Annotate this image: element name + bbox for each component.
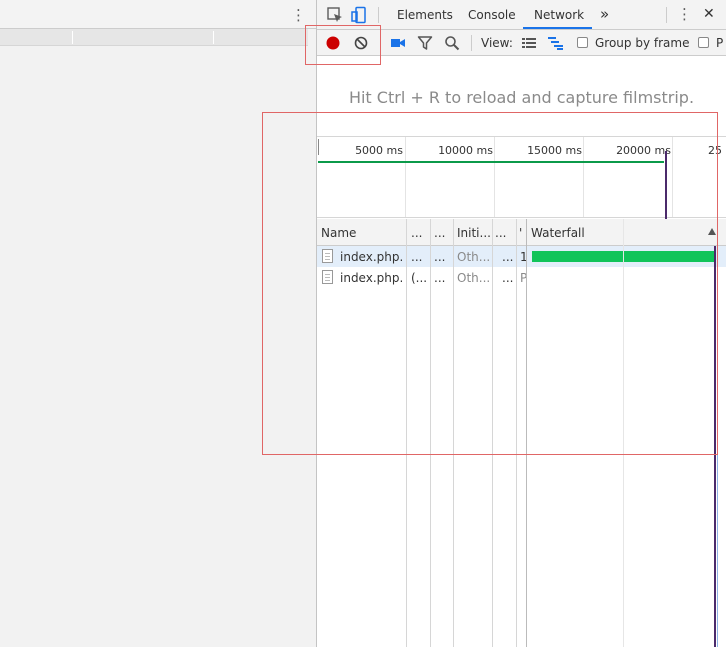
waterfall-load-marker [714,246,716,647]
tab-console[interactable]: Console [468,8,516,22]
inspect-element-icon[interactable] [326,6,344,24]
device-toolbar-icon[interactable] [350,6,368,24]
overview-tick-label: 5000 ms [355,144,403,157]
table-row[interactable]: index.php... ... ... Oth... ... 1 [317,246,726,267]
strip-divider [72,31,73,44]
request-initiator: Oth... [457,271,491,285]
overview-gridline [494,137,495,217]
table-cell: ... [411,250,423,264]
table-cell: (... [411,271,428,285]
column-header-initiator[interactable]: Initi... [457,226,493,240]
tab-separator [666,7,667,23]
column-header-waterfall[interactable]: Waterfall [531,226,651,240]
column-divider[interactable] [526,219,527,647]
devtools-tabbar: Elements Console Network » ⋮ ✕ [317,0,726,30]
view-label: View: [481,36,513,50]
capture-screenshots-icon[interactable] [389,34,407,52]
tab-elements[interactable]: Elements [397,8,453,22]
table-cell: ... [502,271,514,285]
filter-icon[interactable] [416,34,434,52]
close-devtools-icon[interactable]: ✕ [703,6,715,22]
column-divider[interactable] [406,219,407,647]
group-by-frame-label: Group by frame [595,36,690,50]
toolbar-separator [471,35,472,51]
network-toolbar: View: Group by frame P [317,30,726,56]
overview-tick-label: 25 [708,144,722,157]
more-options-icon[interactable]: ⋮ [291,6,306,24]
clear-icon[interactable] [352,34,370,52]
group-by-frame-checkbox[interactable] [577,37,588,48]
waterfall-domcontentloaded-marker [717,246,718,647]
overview-gridline [405,137,406,217]
timeline-overview[interactable]: 5000 ms 10000 ms 15000 ms 20000 ms 25 [317,136,726,219]
request-name: index.php... [340,250,402,264]
overview-tick-label: 10000 ms [438,144,493,157]
column-divider[interactable] [492,219,493,647]
overview-network-activity [318,161,664,163]
search-icon[interactable] [443,34,461,52]
request-name: index.php... [340,271,402,285]
document-icon [322,270,333,284]
column-divider[interactable] [453,219,454,647]
column-header[interactable]: ... [434,226,452,240]
more-tabs-icon[interactable]: » [600,5,609,23]
sort-ascending-icon[interactable] [708,228,716,235]
overview-load-marker [665,157,667,219]
overview-tick-label: 15000 ms [527,144,582,157]
active-tab-indicator [523,27,592,29]
table-cell: ... [434,250,446,264]
devtools-menu-icon[interactable]: ⋮ [677,5,692,23]
page-header-strip [0,29,308,46]
preserve-log-label: P [716,36,724,50]
column-header-name[interactable]: Name [321,226,401,240]
table-cell: ... [502,250,514,264]
table-row[interactable]: index.php... (... ... Oth... ... P [317,267,726,288]
column-header[interactable]: ... [495,226,513,240]
column-divider[interactable] [430,219,431,647]
requests-table: Name ... ... Initi... ... ' Waterfall in… [317,219,726,647]
tab-network[interactable]: Network [534,8,584,22]
overview-gridline [672,137,673,217]
overview-waterfall-icon[interactable] [547,34,565,52]
toolbar-separator [380,35,381,51]
request-initiator: Oth... [457,250,491,264]
large-rows-icon[interactable] [520,34,538,52]
page-viewport: ⋮ [0,0,316,647]
record-icon[interactable] [324,34,342,52]
preserve-log-checkbox[interactable] [698,37,709,48]
devtools-panel: Elements Console Network » ⋮ ✕ View: Gro… [317,0,726,647]
table-cell: ... [434,271,446,285]
column-divider[interactable] [516,219,517,647]
strip-divider [213,31,214,44]
page-top-bar: ⋮ [0,0,316,29]
waterfall-bar [532,251,716,262]
table-header: Name ... ... Initi... ... ' Waterfall [317,219,726,246]
overview-gridline [583,137,584,217]
waterfall-gridline [623,219,624,647]
overview-start-handle[interactable] [318,139,319,155]
document-icon [322,249,333,263]
overview-tick-label: 20000 ms [616,144,671,157]
reload-hint: Hit Ctrl + R to reload and capture films… [348,88,695,107]
column-header[interactable]: ... [411,226,429,240]
tab-separator [378,7,379,23]
